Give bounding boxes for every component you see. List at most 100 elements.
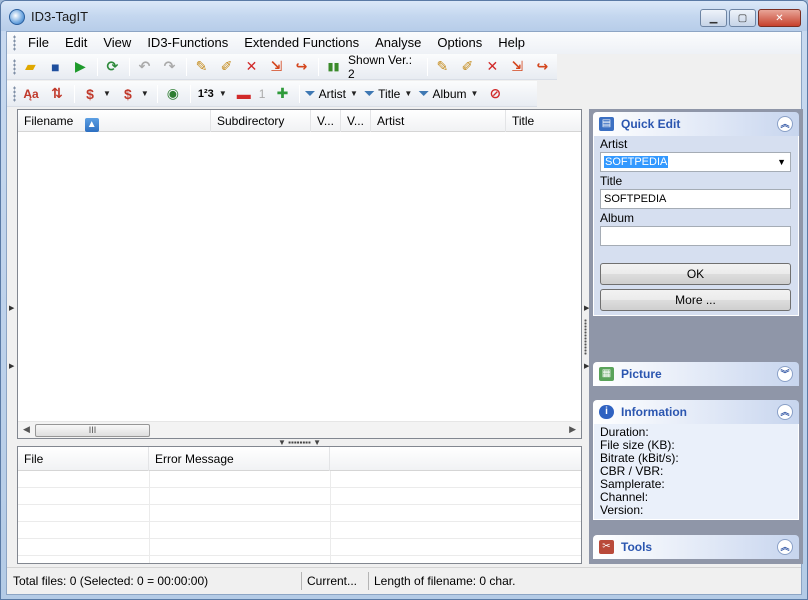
column-error-message[interactable]: Error Message (149, 447, 330, 471)
scroll-right-icon[interactable]: ▶ (569, 424, 576, 435)
counter-label: 1 (258, 86, 266, 101)
sort-ascending-icon[interactable]: ▲ (84, 118, 99, 132)
info-samplerate: Samplerate: (600, 477, 665, 491)
column-version1[interactable]: V... (311, 110, 341, 132)
chevron-down-icon[interactable]: ▼ (103, 89, 111, 98)
info-channel: Channel: (600, 490, 649, 504)
move-tag-v2-icon[interactable]: ↪ (532, 56, 553, 78)
decrement-icon[interactable]: ▬ (233, 83, 255, 105)
save-icon[interactable]: ■ (45, 56, 66, 78)
redo-icon[interactable]: ↷ (159, 56, 180, 78)
info-cbr-vbr: CBR / VBR: (600, 464, 664, 478)
album-label: Album (600, 211, 635, 225)
expand-left-icon[interactable]: ▶ (9, 362, 14, 370)
menu-analyse[interactable]: Analyse (367, 32, 429, 54)
artist-combobox[interactable]: SOFTPEDIA ▼ (600, 152, 791, 172)
menu-id3-functions[interactable]: ID3-Functions (139, 32, 236, 54)
column-file[interactable]: File (18, 447, 149, 471)
scrollbar-thumb[interactable]: III (35, 424, 150, 437)
list-item (18, 505, 581, 522)
case-convert-icon[interactable]: Ąa (20, 83, 42, 105)
scroll-left-icon[interactable]: ◀ (23, 424, 30, 435)
undo-icon[interactable]: ↶ (134, 56, 155, 78)
numbering-icon[interactable]: 1²3 (195, 83, 217, 105)
app-window: ID3-TagIT ▁ ▢ ✕ File Edit View ID3-Funct… (0, 0, 808, 600)
file-list[interactable]: Filename ▲ Subdirectory V... V... Artist… (17, 109, 582, 439)
move-tag-icon[interactable]: ↪ (291, 56, 312, 78)
title-label: Title (600, 174, 623, 188)
filter-title[interactable]: Title (378, 87, 400, 101)
shown-version-label[interactable]: Shown Ver.: 2 (348, 53, 419, 81)
toolbar-separator (185, 57, 187, 76)
edit-all-v2-icon[interactable]: ✐ (457, 56, 478, 78)
column-version2[interactable]: V... (341, 110, 371, 132)
web-lookup-icon[interactable]: ◉ (162, 83, 184, 105)
secondary-toolbar: Ąa ⇅ $ ▼ $ ▼ ◉ 1²3 ▼ ▬ 1 ✚ ⏷ Artist ▼ ⏷ … (7, 81, 537, 107)
minimize-button[interactable]: ▁ (700, 9, 727, 27)
information-header[interactable]: i Information ︽ (593, 400, 799, 424)
swap-icon[interactable]: ⇅ (46, 83, 68, 105)
delete-tag-icon[interactable]: ✕ (241, 56, 262, 78)
chevron-down-icon[interactable]: ▼ (777, 153, 786, 171)
filter-artist[interactable]: Artist (319, 87, 346, 101)
copy-tag-v2-icon[interactable]: ⇲ (507, 56, 528, 78)
rename-icon[interactable]: $ (79, 83, 101, 105)
version-icon[interactable]: ▮▮ (323, 56, 344, 78)
album-field[interactable] (600, 226, 791, 246)
chevron-down-icon[interactable]: ▼ (404, 89, 412, 98)
copy-tag-icon[interactable]: ⇲ (266, 56, 287, 78)
expand-left-icon[interactable]: ▶ (9, 304, 14, 312)
edit-tag-v2-icon[interactable]: ✎ (432, 56, 453, 78)
maximize-button[interactable]: ▢ (729, 9, 756, 27)
side-panel: ▤ Quick Edit ︽ Artist SOFTPEDIA ▼ Title … (589, 109, 803, 564)
column-artist[interactable]: Artist (371, 110, 506, 132)
title-field[interactable]: SOFTPEDIA (600, 189, 791, 209)
grip-icon[interactable] (13, 35, 16, 51)
list-item (18, 539, 581, 556)
increment-icon[interactable]: ✚ (271, 83, 293, 105)
quick-edit-header[interactable]: ▤ Quick Edit ︽ (593, 112, 799, 136)
menu-options[interactable]: Options (429, 32, 490, 54)
error-list[interactable]: File Error Message (17, 446, 582, 564)
tools-header[interactable]: ✂ Tools ︽ (593, 535, 799, 559)
horizontal-scrollbar[interactable]: ◀ III ▶ (18, 421, 581, 438)
toolbar-separator (299, 84, 301, 103)
column-subdirectory[interactable]: Subdirectory (211, 110, 311, 132)
information-title: Information (621, 405, 687, 419)
edit-all-icon[interactable]: ✐ (216, 56, 237, 78)
close-button[interactable]: ✕ (758, 9, 801, 27)
menu-help[interactable]: Help (490, 32, 533, 54)
menu-extended-functions[interactable]: Extended Functions (236, 32, 367, 54)
filter-album[interactable]: Album (432, 87, 466, 101)
grip-icon[interactable] (13, 58, 16, 75)
chevron-down-icon[interactable]: ▼ (350, 89, 358, 98)
play-icon[interactable]: ▶ (70, 56, 91, 78)
menu-view[interactable]: View (95, 32, 139, 54)
client-area: File Edit View ID3-Functions Extended Fu… (6, 31, 803, 595)
refresh-icon[interactable]: ⟳ (102, 56, 123, 78)
grip-icon[interactable] (584, 319, 587, 355)
menu-file[interactable]: File (20, 32, 57, 54)
filter-icon: ⏷ (418, 85, 430, 101)
toolbar-separator (189, 84, 191, 103)
chevron-down-icon[interactable]: ▼ (219, 89, 227, 98)
more-button[interactable]: More ... (600, 289, 791, 311)
chevron-down-icon[interactable]: ▼ (471, 89, 479, 98)
ok-button[interactable]: OK (600, 263, 791, 285)
rename-dir-icon[interactable]: $ (117, 83, 139, 105)
menu-edit[interactable]: Edit (57, 32, 95, 54)
clear-filter-icon[interactable]: ⊘ (484, 83, 506, 105)
horizontal-splitter[interactable]: ▼ ▪▪▪▪▪▪▪▪ ▼ (17, 439, 582, 447)
column-title[interactable]: Title (506, 110, 583, 132)
expand-icon[interactable]: ︾ (777, 366, 793, 382)
collapse-icon[interactable]: ︽ (777, 404, 793, 420)
delete-tag-v2-icon[interactable]: ✕ (482, 56, 503, 78)
column-filename[interactable]: Filename ▲ (18, 110, 211, 132)
picture-header[interactable]: ▦ Picture ︾ (593, 362, 799, 386)
collapse-icon[interactable]: ︽ (777, 116, 793, 132)
chevron-down-icon[interactable]: ▼ (141, 89, 149, 98)
grip-icon[interactable] (13, 85, 16, 102)
collapse-icon[interactable]: ︽ (777, 539, 793, 555)
edit-tag-icon[interactable]: ✎ (191, 56, 212, 78)
open-folder-icon[interactable]: ▰ (20, 56, 41, 78)
